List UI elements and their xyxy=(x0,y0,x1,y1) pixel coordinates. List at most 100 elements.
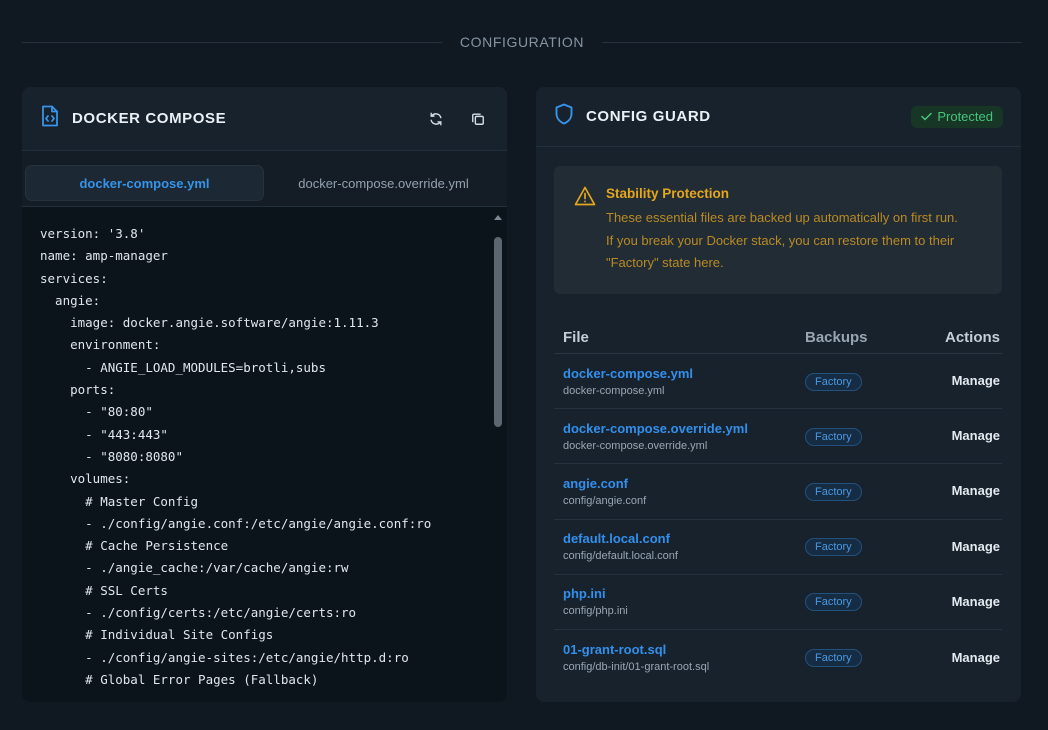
alert-body: Stability Protection These essential fil… xyxy=(606,186,961,294)
actions-cell: Manage xyxy=(918,427,1002,445)
config-guard-header: CONFIG GUARD Protected xyxy=(536,87,1021,147)
code-line: services: xyxy=(40,270,108,286)
stability-alert: Stability Protection These essential fil… xyxy=(554,166,1002,294)
code-line: # Global Error Pages (Fallback) xyxy=(40,671,319,687)
table-row: docker-compose.override.yml docker-compos… xyxy=(554,409,1002,465)
file-path: config/db-init/01-grant-root.sql xyxy=(563,661,710,674)
file-tabs: docker-compose.yml docker-compose.overri… xyxy=(22,151,507,207)
manage-button[interactable]: Manage xyxy=(952,428,1000,443)
warning-icon xyxy=(574,186,596,294)
backups-cell: Factory xyxy=(796,592,918,612)
protected-status-badge: Protected xyxy=(911,105,1003,128)
configuration-page: CONFIGURATION DOCKER COMPOSE docker-comp… xyxy=(0,0,1048,730)
status-area: Protected xyxy=(911,105,1003,128)
actions-cell: Manage xyxy=(918,372,1002,390)
file-cell: 01-grant-root.sql config/db-init/01-grant… xyxy=(554,642,796,673)
manage-button[interactable]: Manage xyxy=(952,483,1000,498)
file-cell: default.local.conf config/default.local.c… xyxy=(554,531,796,562)
file-cell: docker-compose.override.yml docker-compos… xyxy=(554,421,796,452)
tab-docker-compose-override-yml[interactable]: docker-compose.override.yml xyxy=(264,165,503,201)
file-name-link[interactable]: php.ini xyxy=(563,586,796,601)
scroll-up-arrow-icon[interactable] xyxy=(494,215,502,220)
factory-badge: Factory xyxy=(805,482,862,501)
file-path: docker-compose.override.yml xyxy=(563,439,708,452)
check-icon xyxy=(921,109,933,124)
backups-table: File Backups Actions docker-compose.yml d… xyxy=(554,321,1002,685)
file-name-link[interactable]: angie.conf xyxy=(563,476,796,491)
code-line: # Cache Persistence xyxy=(40,538,229,554)
config-guard-card: CONFIG GUARD Protected Stability Protect… xyxy=(536,87,1021,702)
code-line: - ANGIE_LOAD_MODULES=brotli,subs xyxy=(40,359,326,375)
table-row: docker-compose.yml docker-compose.yml Fact… xyxy=(554,354,1002,410)
alert-text: These essential files are backed up auto… xyxy=(606,210,958,270)
scrollbar[interactable] xyxy=(494,215,502,695)
header-file: File xyxy=(563,328,589,346)
code-line: - ./config/angie-sites:/etc/angie/http.d… xyxy=(40,649,409,665)
docker-compose-card: DOCKER COMPOSE docker-compose.yml docker… xyxy=(22,87,507,702)
code-line: name: amp-manager xyxy=(40,248,168,264)
code-line: # SSL Certs xyxy=(40,582,168,598)
docker-compose-title: DOCKER COMPOSE xyxy=(72,110,227,127)
code-line: - ./angie_cache:/var/cache/angie:rw xyxy=(40,560,349,576)
backups-cell: Factory xyxy=(796,372,918,391)
divider-right xyxy=(602,41,1023,43)
code-line: angie: xyxy=(40,292,101,308)
code-line: # Master Config xyxy=(40,493,199,509)
manage-button[interactable]: Manage xyxy=(952,373,1000,388)
shield-icon xyxy=(554,103,574,130)
file-name-link[interactable]: 01-grant-root.sql xyxy=(563,642,796,657)
table-row: php.ini config/php.ini Factory Manage xyxy=(554,575,1002,630)
code-content[interactable]: version: '3.8' name: amp-manager services:… xyxy=(40,223,483,691)
section-header: CONFIGURATION xyxy=(22,28,1023,56)
manage-button[interactable]: Manage xyxy=(952,594,1000,609)
factory-badge: Factory xyxy=(805,593,862,612)
code-line: image: docker.angie.software/angie:1.11.… xyxy=(40,315,379,331)
file-name-link[interactable]: docker-compose.yml xyxy=(563,366,796,381)
copy-icon[interactable] xyxy=(467,108,489,130)
file-path: config/angie.conf xyxy=(563,494,647,507)
table-row: 01-grant-root.sql config/db-init/01-grant… xyxy=(554,630,1002,685)
table-body: docker-compose.yml docker-compose.yml Fact… xyxy=(554,354,1002,685)
code-line: - "80:80" xyxy=(40,404,153,420)
code-editor[interactable]: version: '3.8' name: amp-manager services:… xyxy=(22,207,507,702)
table-row: angie.conf config/angie.conf Factory Manage xyxy=(554,464,1002,520)
section-title: CONFIGURATION xyxy=(459,34,585,50)
factory-badge: Factory xyxy=(805,538,862,557)
tab-docker-compose-yml[interactable]: docker-compose.yml xyxy=(25,165,264,201)
actions-cell: Manage xyxy=(918,482,1002,500)
backups-cell: Factory xyxy=(796,537,918,557)
code-line: volumes: xyxy=(40,471,131,487)
file-path: docker-compose.yml xyxy=(563,384,665,397)
config-guard-title: CONFIG GUARD xyxy=(586,108,711,125)
actions-cell: Manage xyxy=(918,538,1002,556)
file-cell: docker-compose.yml docker-compose.yml xyxy=(554,366,796,397)
file-cell: angie.conf config/angie.conf xyxy=(554,476,796,507)
scroll-thumb[interactable] xyxy=(494,237,502,427)
refresh-icon[interactable] xyxy=(425,108,447,130)
file-path: config/default.local.conf xyxy=(563,550,678,563)
code-line: - "443:443" xyxy=(40,426,168,442)
header-actions xyxy=(425,108,489,130)
manage-button[interactable]: Manage xyxy=(952,539,1000,554)
factory-badge: Factory xyxy=(805,649,862,668)
table-row: default.local.conf config/default.local.c… xyxy=(554,520,1002,575)
code-line: - ./config/certs:/etc/angie/certs:ro xyxy=(40,605,357,621)
manage-button[interactable]: Manage xyxy=(952,650,1000,665)
backups-cell: Factory xyxy=(796,482,918,501)
protected-status-label: Protected xyxy=(937,109,993,124)
file-name-link[interactable]: default.local.conf xyxy=(563,531,796,546)
file-cell: php.ini config/php.ini xyxy=(554,586,796,617)
table-header: File Backups Actions xyxy=(554,321,1002,354)
docker-compose-header: DOCKER COMPOSE xyxy=(22,87,507,151)
code-line: ports: xyxy=(40,382,116,398)
file-name-link[interactable]: docker-compose.override.yml xyxy=(563,421,796,436)
factory-badge: Factory xyxy=(805,372,862,391)
header-actions-col: Actions xyxy=(944,328,1000,346)
code-line: # Individual Site Configs xyxy=(40,627,274,643)
code-line: version: '3.8' xyxy=(40,226,146,241)
actions-cell: Manage xyxy=(918,593,1002,611)
file-code-icon xyxy=(40,105,60,132)
code-line: - "8080:8080" xyxy=(40,448,183,464)
backups-cell: Factory xyxy=(796,427,918,446)
factory-badge: Factory xyxy=(805,427,862,446)
